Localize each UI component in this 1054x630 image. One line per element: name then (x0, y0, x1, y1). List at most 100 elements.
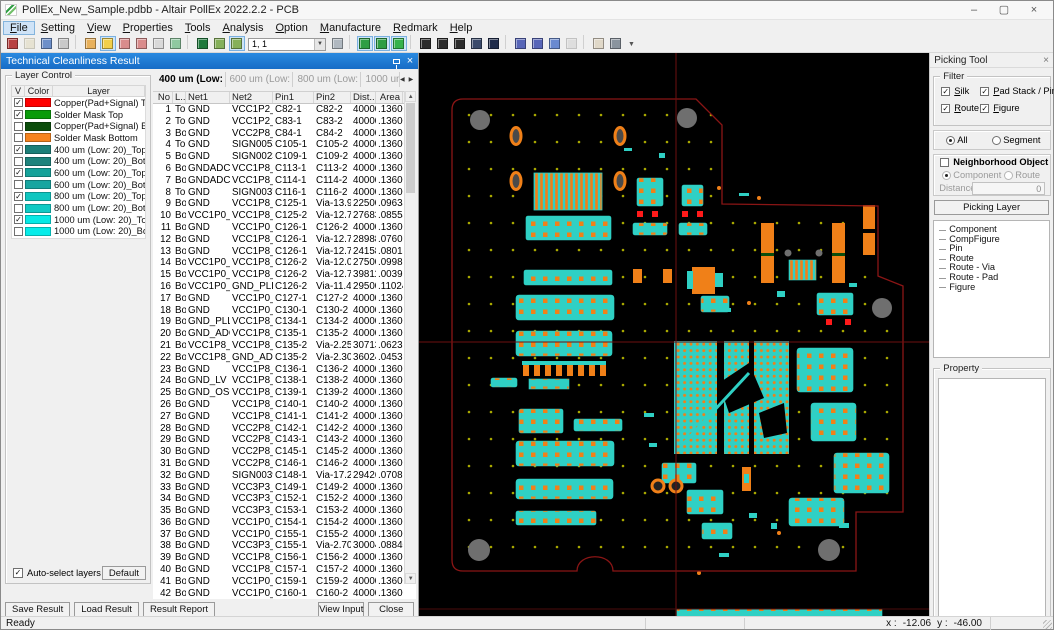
layer-visible-checkbox[interactable] (14, 203, 23, 213)
calculator-icon[interactable] (547, 36, 563, 51)
table-row[interactable]: 16BoVCC1P0_HIGND_PLLC126-2Via-11.400_295… (153, 281, 416, 293)
close-button[interactable]: Close (368, 601, 415, 617)
table-row[interactable]: 33BoGNDVCC3P3_U:C149-1C149-240000.13600 (153, 482, 416, 494)
table-row[interactable]: 32BoGNDSIGN00392C148-1Via-17.250_29426.0… (153, 470, 416, 482)
table-row[interactable]: 3BoGNDVCC2P8_GIC84-1C84-240000.13600 (153, 128, 416, 140)
board-top-icon[interactable] (418, 36, 434, 51)
menu-view[interactable]: View (81, 21, 117, 35)
board-both-icon[interactable] (452, 36, 468, 51)
layer-color-swatch[interactable] (25, 121, 51, 131)
layer-row[interactable]: ✓ 600 um (Low: 20)_Top (12, 167, 145, 179)
table-row[interactable]: 23BoGNDVCC1P8_MC136-1C136-240000.13600 (153, 364, 416, 376)
neighborhood-checkbox[interactable] (940, 157, 950, 167)
layer-row[interactable]: Solder Mask Bottom (12, 132, 145, 144)
table-row[interactable]: 4ToGNDSIGN0053:C105-1C105-240000.13600 (153, 139, 416, 151)
scroll-down-icon[interactable]: ▼ (405, 573, 417, 584)
exit-icon[interactable] (5, 36, 21, 51)
panel-titlebar[interactable]: Technical Cleanliness Result × (1, 53, 419, 69)
highlight-icon[interactable] (591, 36, 607, 51)
distance-input[interactable]: 0 (972, 182, 1046, 195)
menu-setting[interactable]: Setting (35, 21, 81, 35)
property-list[interactable] (938, 378, 1047, 620)
schematic-icon[interactable] (513, 36, 529, 51)
layer-row[interactable]: 800 um (Low: 20)_Bottom (12, 202, 145, 214)
layer-visible-checkbox[interactable]: ✓ (14, 215, 23, 225)
menu-file[interactable]: File (3, 21, 35, 35)
layer-visible-checkbox[interactable] (14, 180, 23, 190)
view-input-button[interactable]: View Input (318, 601, 365, 617)
table-row[interactable]: 14BoVCC1P0_HIVCC1P8_PIC126-2Via-12.000_2… (153, 257, 416, 269)
column-no[interactable]: No (153, 92, 173, 103)
zoom-window-icon[interactable] (151, 36, 167, 51)
layer-visible-checkbox[interactable]: ✓ (14, 98, 23, 108)
picking-layer-button[interactable]: Picking Layer (934, 200, 1049, 215)
tab-1000-um[interactable]: 1000 um (361, 72, 400, 87)
layer-color-swatch[interactable] (25, 110, 51, 120)
board-bottom-icon[interactable] (435, 36, 451, 51)
picking-tree[interactable]: Component CompFigure Pin Route Route - Via Ro… (933, 220, 1050, 358)
menu-help[interactable]: Help (444, 21, 479, 35)
menu-properties[interactable]: Properties (117, 21, 179, 35)
layer-row[interactable]: 600 um (Low: 20)_Bottom (12, 178, 145, 191)
measure-icon[interactable] (83, 36, 99, 51)
table-row[interactable]: 36BoGNDVCC1P0_AIC154-1C154-240000.13600 (153, 517, 416, 529)
menu-manufacture[interactable]: Manufacture (314, 21, 387, 35)
table-row[interactable]: 6BoGNDADCVCC1P8_AIC113-1C113-240000.1360… (153, 163, 416, 175)
net-view-icon[interactable] (469, 36, 485, 51)
layer-color-swatch[interactable] (25, 133, 51, 143)
segment-radio[interactable] (992, 135, 1002, 145)
all-radio[interactable] (946, 135, 956, 145)
display-pair-icon[interactable] (228, 35, 245, 51)
layer-color-swatch[interactable] (25, 98, 51, 108)
table-row[interactable]: 21BoVCC1P8_AIVCC1P8_R'C135-2Via-2.250_30… (153, 340, 416, 352)
layer-row[interactable]: ✓ 800 um (Low: 20)_Top (12, 190, 145, 203)
column-net1[interactable]: Net1 (186, 92, 230, 103)
table-row[interactable]: 27BoGNDVCC1P8_U:C141-1C141-240000.13600 (153, 411, 416, 423)
board-layer-icon[interactable] (195, 36, 211, 51)
table-row[interactable]: 19BoGND_PLLVCC1P8_PIC134-1C134-240000.13… (153, 316, 416, 328)
layer-pair-combo[interactable]: 1, 1 ▼ (248, 37, 326, 51)
table-row[interactable]: 39BoGNDVCC1P8_AIC156-1C156-240000.13600 (153, 552, 416, 564)
column-area[interactable]: Area (376, 92, 403, 103)
tree-item-figure[interactable]: Figure (934, 282, 1049, 293)
table-row[interactable]: 1ToGNDVCC1P2_H:C82-1C82-240000.13600 (153, 104, 416, 116)
layer-color-swatch[interactable] (25, 168, 51, 178)
table-row[interactable]: 15BoVCC1P0_HIVCC1P8_U:C126-2Via-12.700_3… (153, 269, 416, 281)
layer-row[interactable]: ✓ Copper(Pad+Signal) Top (12, 97, 145, 109)
menu-tools[interactable]: Tools (179, 21, 217, 35)
table-row[interactable]: 29BoGNDVCC2P8_VIC143-1C143-240000.13600 (153, 434, 416, 446)
table-row[interactable]: 9BoGNDVCC1P8_U:C125-1Via-13.950_22500.09… (153, 198, 416, 210)
table-row[interactable]: 41BoGNDVCC1P0_CIC159-1C159-240000.13600 (153, 576, 416, 588)
menu-redmark[interactable]: Redmark (387, 21, 444, 35)
layer-visible-checkbox[interactable]: ✓ (14, 110, 23, 120)
layer-visible-checkbox[interactable]: ✓ (14, 168, 23, 178)
result-tabs[interactable]: 400 um (Low: 20)600 um (Low: 20)800 um (… (153, 69, 416, 90)
table-row[interactable]: 28BoGNDVCC2P8_VIC142-1C142-240000.13600 (153, 423, 416, 435)
table-row[interactable]: 10BoVCC1P0_HIVCC1P8_U:C125-2Via-12.700_2… (153, 210, 416, 222)
component-view-icon[interactable] (486, 36, 502, 51)
default-button[interactable]: Default (101, 566, 146, 580)
result-report-button[interactable]: Result Report (142, 601, 216, 617)
column-pin1[interactable]: Pin1 (273, 92, 314, 103)
zoom-in-icon[interactable] (117, 36, 133, 51)
pcb-canvas[interactable] (419, 53, 930, 618)
layer-visible-checkbox[interactable] (14, 133, 23, 143)
table-row[interactable]: 35BoGNDVCC3P3_AIC153-1C153-240000.13600 (153, 505, 416, 517)
layer-row[interactable]: ✓ 400 um (Low: 20)_Top (12, 143, 145, 156)
table-row[interactable]: 20BoGND_ADCVCC1P8_AIC135-1C135-240000.13… (153, 328, 416, 340)
table-row[interactable]: 7BoGNDADCVCC1P8_AIC114-1C114-240000.1360… (153, 175, 416, 187)
layer-color-swatch[interactable] (25, 203, 51, 213)
close-icon[interactable]: × (1019, 2, 1049, 19)
display-top-icon[interactable] (212, 36, 228, 51)
result-table-rows[interactable]: 1ToGNDVCC1P2_H:C82-1C82-240000.136002ToG… (153, 104, 417, 599)
layer-color-swatch[interactable] (25, 191, 51, 201)
column-color[interactable]: Color (25, 86, 53, 96)
table-row[interactable]: 18BoGNDVCC1P0_U:C130-1C130-240000.13600 (153, 305, 416, 317)
toolbar-overflow-icon[interactable]: ▼ (628, 41, 635, 48)
open-icon[interactable] (22, 36, 38, 51)
layer-color-swatch[interactable] (25, 180, 51, 190)
table-row[interactable]: 31BoGNDVCC2P8_VIC146-1C146-240000.13600 (153, 458, 416, 470)
column-layer[interactable]: Layer (53, 86, 145, 96)
select-icon[interactable] (99, 35, 116, 51)
tab-scroll-right-icon[interactable]: ▶ (409, 76, 414, 83)
